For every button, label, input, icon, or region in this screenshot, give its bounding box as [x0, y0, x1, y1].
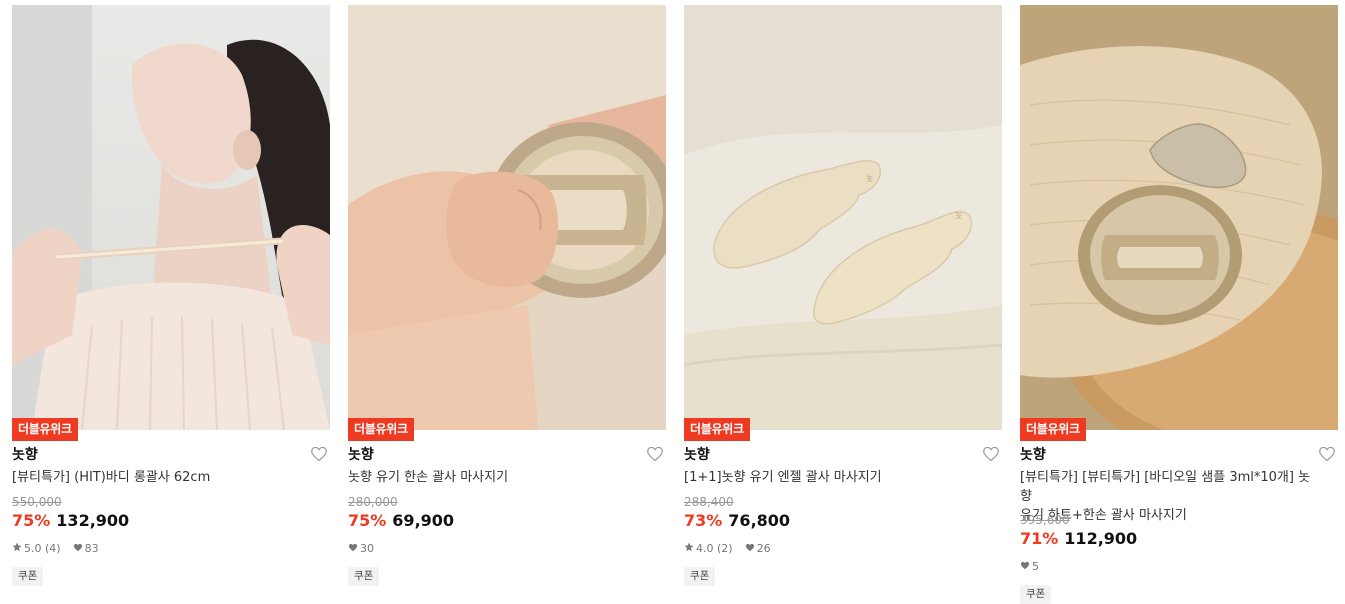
product-grid: 더블유위크 놋향 [뷰티특가] (HIT)바디 롱괄사 62cm 550,000…: [12, 5, 1338, 604]
heart-filled-icon: [73, 542, 83, 555]
product-meta: 5.0 (4) 83: [12, 542, 99, 555]
discount-rate: 71%: [1020, 529, 1059, 548]
star-icon: [684, 542, 694, 555]
product-meta: 4.0 (2) 26: [684, 542, 771, 555]
wishlist-heart-icon[interactable]: [310, 446, 328, 462]
product-name[interactable]: [뷰티특가] (HIT)바디 롱괄사 62cm: [12, 468, 312, 487]
review-count: (4): [45, 542, 61, 555]
price-row: 75% 69,900: [348, 510, 454, 532]
product-image[interactable]: [1020, 5, 1338, 430]
rating-score: 4.0: [696, 542, 714, 555]
like-count: 5: [1032, 560, 1039, 573]
like-count: 30: [360, 542, 374, 555]
discount-rate: 75%: [12, 511, 51, 530]
original-price: 395,600: [1020, 513, 1070, 527]
coupon-tag: 쿠폰: [348, 567, 380, 586]
sale-price: 112,900: [1064, 529, 1138, 548]
sale-price: 69,900: [392, 511, 455, 530]
like-count: 26: [756, 542, 771, 555]
original-price: 280,000: [348, 495, 398, 509]
brand-name[interactable]: 놋향: [348, 444, 374, 464]
original-price: 288,400: [684, 495, 734, 509]
promo-badge: 더블유위크: [348, 418, 414, 441]
product-image[interactable]: [12, 5, 330, 430]
product-meta: 30: [348, 542, 374, 555]
product-name[interactable]: [1+1]놋향 유기 엔젤 괄사 마사지기: [684, 468, 984, 487]
coupon-tag: 쿠폰: [684, 567, 716, 586]
sale-price: 132,900: [56, 511, 130, 530]
product-card[interactable]: 더블유위크 놋향 놋향 유기 한손 괄사 마사지기 280,000 75% 69,…: [348, 5, 666, 593]
heart-filled-icon: [1020, 560, 1030, 573]
discount-rate: 75%: [348, 511, 387, 530]
price-row: 71% 112,900: [1020, 528, 1137, 550]
product-meta: 5: [1020, 560, 1039, 573]
promo-badge: 더블유위크: [684, 418, 750, 441]
star-icon: [12, 542, 22, 555]
sale-price: 76,800: [728, 511, 791, 530]
promo-badge: 더블유위크: [12, 418, 78, 441]
rating-score: 5.0: [24, 542, 42, 555]
brand-name[interactable]: 놋향: [1020, 444, 1046, 464]
coupon-tag: 쿠폰: [1020, 585, 1052, 604]
product-card[interactable]: 더블유위크 놋향 [뷰티특가] (HIT)바디 롱괄사 62cm 550,000…: [12, 5, 330, 593]
product-name-line: [뷰티특가] [뷰티특가] [바디오일 샘플 3ml*10개] 놋향: [1020, 470, 1311, 504]
price-row: 75% 132,900: [12, 510, 129, 532]
wishlist-heart-icon[interactable]: [982, 446, 1000, 462]
product-image[interactable]: [348, 5, 666, 430]
coupon-tag: 쿠폰: [12, 567, 44, 586]
brand-name[interactable]: 놋향: [12, 444, 38, 464]
svg-text:놋: 놋: [866, 174, 873, 183]
promo-badge: 더블유위크: [1020, 418, 1086, 441]
original-price: 550,000: [12, 495, 62, 509]
heart-filled-icon: [348, 542, 358, 555]
brand-name[interactable]: 놋향: [684, 444, 710, 464]
discount-rate: 73%: [684, 511, 723, 530]
product-card[interactable]: 더블유위크 놋향 [뷰티특가] [뷰티특가] [바디오일 샘플 3ml*10개]…: [1020, 5, 1338, 604]
wishlist-heart-icon[interactable]: [646, 446, 664, 462]
like-count: 83: [84, 542, 99, 555]
review-count: (2): [717, 542, 733, 555]
price-row: 73% 76,800: [684, 510, 790, 532]
heart-filled-icon: [745, 542, 755, 555]
product-card[interactable]: 놋 놋 더블유위크 놋향 [1+1]놋향 유기 엔젤 괄사 마사지기 288,4…: [684, 5, 1002, 593]
wishlist-heart-icon[interactable]: [1318, 446, 1336, 462]
svg-text:놋: 놋: [955, 211, 962, 220]
product-image[interactable]: 놋 놋: [684, 5, 1002, 430]
product-name[interactable]: 놋향 유기 한손 괄사 마사지기: [348, 468, 648, 487]
